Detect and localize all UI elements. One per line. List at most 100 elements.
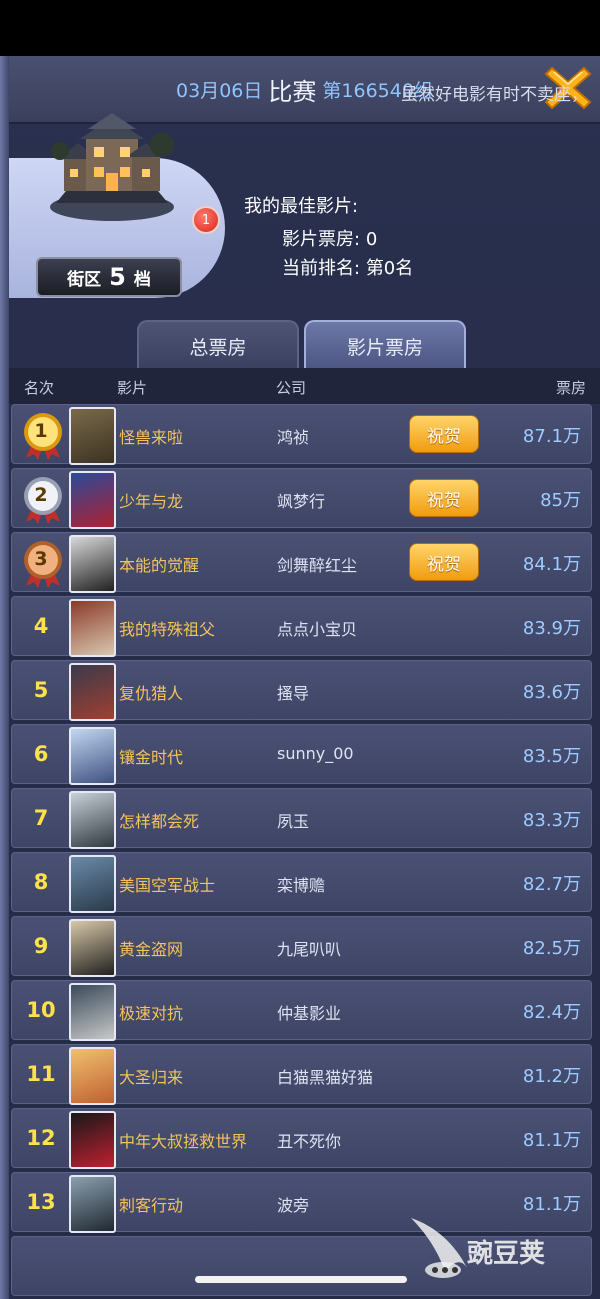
movie-name: 大圣归来	[119, 1068, 184, 1087]
movie-poster[interactable]	[69, 663, 116, 721]
ranking-row[interactable]: 11 大圣归来 白猫黑猫好猫 81.2万	[11, 1044, 592, 1105]
boxoffice-value: 82.7万	[522, 874, 581, 895]
ranking-row[interactable]: 1 怪兽来啦 鸿祯 祝贺 87.1万	[11, 404, 592, 465]
congrats-button[interactable]: 祝贺	[409, 543, 479, 581]
watermark-text: 豌豆荚	[467, 1239, 546, 1269]
company-name: sunny_00	[277, 744, 354, 763]
movie-poster[interactable]	[69, 791, 116, 849]
movie-poster[interactable]	[69, 1175, 116, 1233]
congrats-button[interactable]: 祝贺	[409, 479, 479, 517]
company-name: 白猫黑猫好猫	[277, 1068, 374, 1087]
header-date: 03月06日	[176, 79, 263, 102]
rank-number: 4	[33, 614, 49, 638]
company-name: 搔导	[277, 684, 310, 703]
company-name: 仲基影业	[277, 1004, 342, 1023]
best-movie-title: 我的最佳影片:	[244, 196, 359, 217]
header-company: 公司	[276, 379, 307, 397]
district-label-prefix: 街区	[67, 269, 102, 290]
movie-poster[interactable]	[69, 727, 116, 785]
best-rank-value: 第0名	[365, 258, 414, 279]
boxoffice-value: 83.3万	[522, 810, 581, 831]
rank-number: 2	[34, 484, 48, 506]
movie-poster[interactable]	[69, 535, 116, 593]
movie-poster[interactable]	[69, 855, 116, 913]
rank-number: 5	[33, 678, 49, 702]
district-level-label: 街区 5 档	[36, 257, 182, 297]
congrats-button[interactable]: 祝贺	[409, 415, 479, 453]
movie-poster[interactable]	[69, 919, 116, 977]
movie-name: 极速对抗	[119, 1004, 184, 1023]
tab-total-boxoffice[interactable]: 总票房	[137, 320, 299, 370]
ranking-row[interactable]: 12 中年大叔拯救世界 丑不死你 81.1万	[11, 1108, 592, 1169]
boxoffice-value: 82.4万	[522, 1002, 581, 1023]
movie-poster[interactable]	[69, 599, 116, 657]
company-name: 夙玉	[277, 812, 310, 831]
boxoffice-value: 84.1万	[522, 554, 581, 575]
company-name: 鸿祯	[277, 428, 310, 447]
boxoffice-value: 85万	[540, 490, 581, 511]
best-rank-label: 当前排名:	[282, 258, 361, 279]
best-movie-rank: 当前排名: 第0名	[282, 254, 413, 280]
boxoffice-value: 83.6万	[522, 682, 581, 703]
ranking-row[interactable]: 2 少年与龙 飒梦行 祝贺 85万	[11, 468, 592, 529]
movie-poster[interactable]	[69, 1111, 116, 1169]
rank-number: 7	[33, 806, 49, 830]
marquee-text: 虽然好电影有时不卖座，	[401, 85, 588, 105]
movie-name: 中年大叔拯救世界	[119, 1132, 248, 1151]
ranking-row[interactable]: 7 怎样都会死 夙玉 83.3万	[11, 788, 592, 849]
ranking-row[interactable]: 10 极速对抗 仲基影业 82.4万	[11, 980, 592, 1041]
header-match-label: 比赛	[268, 77, 317, 106]
movie-poster[interactable]	[69, 407, 116, 465]
company-name: 飒梦行	[277, 492, 326, 511]
boxoffice-value: 83.9万	[522, 618, 581, 639]
ranking-row[interactable]: 5 复仇猎人 搔导 83.6万	[11, 660, 592, 721]
best-boxoffice-label: 影片票房:	[282, 229, 361, 250]
left-edge-panel	[0, 56, 9, 1299]
home-indicator[interactable]	[195, 1276, 407, 1283]
rank-number: 10	[26, 998, 56, 1022]
rank-number: 13	[26, 1190, 56, 1214]
ranking-row[interactable]: 6 镶金时代 sunny_00 83.5万	[11, 724, 592, 785]
movie-name: 黄金盗网	[119, 940, 184, 959]
ranking-row[interactable]: 9 黄金盗网 九尾叭叭 82.5万	[11, 916, 592, 977]
movie-name: 刺客行动	[119, 1196, 184, 1215]
movie-name: 怎样都会死	[119, 812, 200, 831]
company-name: 丑不死你	[277, 1132, 342, 1151]
tab-movie-boxoffice[interactable]: 影片票房	[304, 320, 466, 370]
company-name: 栾博赡	[277, 876, 326, 895]
movie-name: 怪兽来啦	[119, 428, 184, 447]
movie-poster[interactable]	[69, 471, 116, 529]
best-boxoffice-value: 0	[365, 229, 378, 250]
company-name: 波旁	[277, 1196, 310, 1215]
rank-number: 1	[34, 420, 48, 442]
table-header: 名次 影片 公司 票房	[9, 368, 600, 404]
boxoffice-value: 83.5万	[522, 746, 581, 767]
district-level-value: 5	[109, 263, 126, 291]
movie-poster[interactable]	[69, 983, 116, 1041]
movie-name: 美国空军战士	[119, 876, 216, 895]
movie-name: 复仇猎人	[119, 684, 184, 703]
movie-poster[interactable]	[69, 1047, 116, 1105]
district-house-icon	[50, 113, 174, 221]
ranking-row[interactable]: 8 美国空军战士 栾博赡 82.7万	[11, 852, 592, 913]
ranking-row[interactable]: 3 本能的觉醒 剑舞醉红尘 祝贺 84.1万	[11, 532, 592, 593]
header-movie: 影片	[117, 379, 148, 397]
district-label-suffix: 档	[133, 269, 151, 290]
ranking-row[interactable]: 4 我的特殊祖父 点点小宝贝 83.9万	[11, 596, 592, 657]
best-movie-boxoffice: 影片票房: 0	[282, 225, 377, 251]
boxoffice-value: 81.1万	[522, 1130, 581, 1151]
header-rank: 名次	[24, 379, 55, 397]
movie-name: 镶金时代	[119, 748, 184, 767]
boxoffice-value: 87.1万	[522, 426, 581, 447]
rank-number: 11	[26, 1062, 56, 1086]
header-boxoffice: 票房	[555, 379, 586, 397]
movie-name: 我的特殊祖父	[119, 620, 216, 639]
boxoffice-value: 81.2万	[522, 1066, 581, 1087]
notification-badge: 1	[192, 206, 220, 234]
rank-number: 6	[33, 742, 49, 766]
rank-number: 9	[33, 934, 49, 958]
movie-name: 本能的觉醒	[119, 556, 200, 575]
rank-number: 8	[33, 870, 49, 894]
movie-name: 少年与龙	[119, 492, 184, 511]
rank-number: 12	[26, 1126, 56, 1150]
